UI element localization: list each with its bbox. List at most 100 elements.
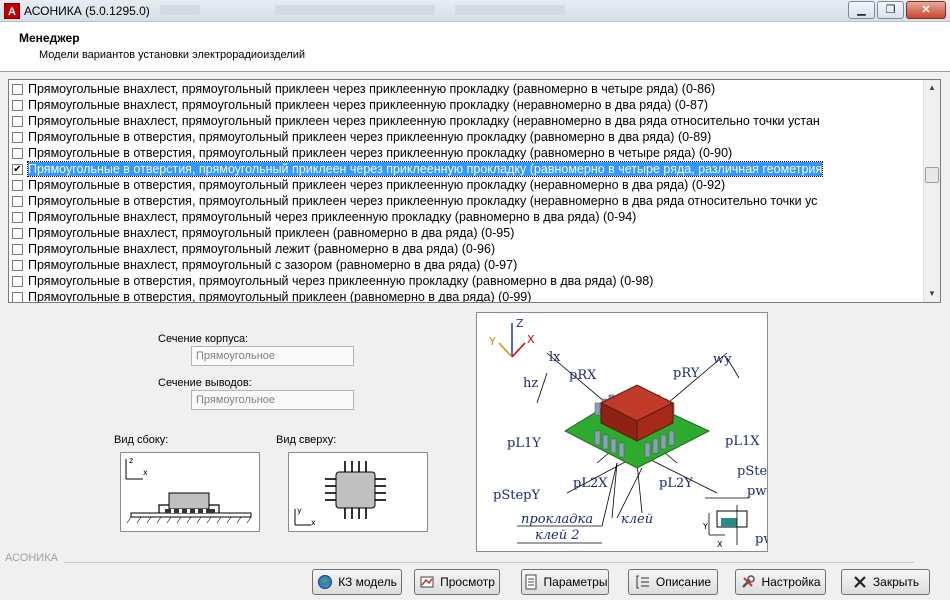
list-item-label: Прямоугольные внахлест, прямоугольный ле… — [28, 242, 496, 256]
list-item[interactable]: Прямоугольные в отверстия, прямоугольный… — [9, 129, 923, 145]
list-item[interactable]: Прямоугольные внахлест, прямоугольный пр… — [9, 225, 923, 241]
list-item-checkbox[interactable] — [12, 84, 23, 95]
title-blur — [275, 5, 435, 15]
footer-divider — [64, 562, 914, 563]
close-label: Закрыть — [872, 575, 920, 589]
dim-pwy: pwy — [755, 532, 767, 547]
list-item[interactable]: ✔ Прямоугольные в отверстия, прямоугольны… — [9, 161, 923, 177]
list-scrollbar[interactable]: ▲ ▼ — [923, 80, 940, 302]
maximize-button[interactable]: ❐ — [877, 1, 904, 19]
params-button[interactable]: Параметры — [521, 569, 609, 595]
list-item-checkbox[interactable] — [12, 148, 23, 159]
list-item-checkbox[interactable] — [12, 276, 23, 287]
diagram-axis-y: Y — [488, 335, 496, 348]
dim-pl2y: pL2Y — [659, 476, 693, 491]
list-item-checkbox[interactable] — [12, 180, 23, 191]
top-axis-y: y — [297, 506, 302, 515]
kz-model-button[interactable]: КЗ модель — [312, 569, 402, 595]
list-item-label: Прямоугольные внахлест, прямоугольный пр… — [28, 82, 716, 96]
mounting-diagram: Z X Y lx wy hz pRX pRY pL1Y pL1X pSte pS… — [476, 312, 785, 552]
mini-axis-x: X — [717, 540, 723, 549]
dim-wy: wy — [713, 352, 732, 367]
dim-pry: pRY — [673, 366, 700, 381]
list-item[interactable]: Прямоугольные внахлест, прямоугольный пр… — [9, 81, 923, 97]
side-axis-x: x — [143, 468, 148, 477]
dim-pstepy: pStepY — [493, 488, 540, 503]
mounting-diagram-drawing: Z X Y lx wy hz pRX pRY pL1Y pL1X pSte pS… — [488, 317, 785, 549]
description-button[interactable]: Описание — [628, 569, 718, 595]
top-view-drawing: y x — [294, 461, 386, 527]
list-item[interactable]: Прямоугольные внахлест, прямоугольный с … — [9, 257, 923, 273]
list-item[interactable]: Прямоугольные в отверстия, прямоугольный… — [9, 177, 923, 193]
page-header: Менеджер Модели вариантов установки элек… — [0, 22, 950, 72]
variant-list-items: Прямоугольные внахлест, прямоугольный пр… — [9, 81, 923, 303]
window-title: АСОНИКА (5.0.1295.0) — [24, 4, 150, 18]
preview-label: Просмотр — [440, 575, 495, 589]
list-item-checkbox[interactable] — [12, 228, 23, 239]
description-label: Описание — [655, 575, 712, 589]
list-item-label: Прямоугольные в отверстия, прямоугольный… — [28, 194, 818, 208]
tools-icon — [740, 574, 756, 590]
close-button[interactable]: Закрыть — [841, 569, 930, 595]
list-item-label: Прямоугольные в отверстия, прямоугольный… — [26, 161, 824, 177]
dim-pl2x: pL2X — [573, 476, 608, 491]
diagram-axis-x: X — [527, 333, 535, 346]
list-item[interactable]: Прямоугольные внахлест, прямоугольный че… — [9, 209, 923, 225]
list-item-checkbox[interactable] — [12, 116, 23, 127]
preview-icon — [419, 574, 435, 590]
settings-button[interactable]: Настройка — [735, 569, 826, 595]
variant-list[interactable]: Прямоугольные внахлест, прямоугольный пр… — [8, 79, 941, 303]
list-item[interactable]: Прямоугольные в отверстия, прямоугольный… — [9, 273, 923, 289]
list-item-checkbox[interactable] — [12, 260, 23, 271]
list-item-label: Прямоугольные внахлест, прямоугольный пр… — [28, 114, 820, 128]
side-view-drawing: z x — [125, 456, 252, 524]
scroll-thumb[interactable] — [925, 167, 939, 183]
list-item-checkbox[interactable] — [12, 292, 23, 302]
params-label: Параметры — [543, 575, 608, 589]
globe-icon — [317, 574, 333, 590]
list-item[interactable]: Прямоугольные внахлест, прямоугольный ле… — [9, 241, 923, 257]
list-item[interactable]: Прямоугольные в отверстия, прямоугольный… — [9, 289, 923, 303]
dim-pl1x: pL1X — [725, 434, 760, 449]
list-item-checkbox[interactable]: ✔ — [12, 164, 23, 175]
title-bar: А АСОНИКА (5.0.1295.0) ▁ ❐ ✕ — [0, 0, 950, 22]
page-subtitle: Модели вариантов установки электрорадиои… — [39, 49, 305, 61]
label-glue: клей — [621, 512, 653, 527]
list-item-checkbox[interactable] — [12, 244, 23, 255]
list-item[interactable]: Прямоугольные в отверстия, прямоугольный… — [9, 193, 923, 209]
settings-label: Настройка — [761, 575, 821, 589]
list-item-checkbox[interactable] — [12, 100, 23, 111]
top-axis-x: x — [311, 518, 316, 527]
close-window-button[interactable]: ✕ — [906, 1, 946, 19]
list-item-checkbox[interactable] — [12, 132, 23, 143]
document-icon — [523, 574, 539, 590]
list-item[interactable]: Прямоугольные внахлест, прямоугольный пр… — [9, 97, 923, 113]
preview-button[interactable]: Просмотр — [414, 569, 500, 595]
list-item-checkbox[interactable] — [12, 196, 23, 207]
list-item[interactable]: Прямоугольные в отверстия, прямоугольный… — [9, 145, 923, 161]
list-item-label: Прямоугольные внахлест, прямоугольный пр… — [28, 226, 515, 240]
list-item-label: Прямоугольные в отверстия, прямоугольный… — [28, 178, 726, 192]
page-title: Менеджер — [19, 31, 80, 45]
app-icon: А — [4, 3, 20, 19]
list-item-checkbox[interactable] — [12, 212, 23, 223]
list-item[interactable]: Прямоугольные внахлест, прямоугольный пр… — [9, 113, 923, 129]
list-item-label: Прямоугольные в отверстия, прямоугольный… — [28, 274, 654, 288]
minimize-button[interactable]: ▁ — [848, 1, 875, 19]
description-icon — [635, 574, 651, 590]
side-view-label: Вид сбоку: — [114, 434, 169, 446]
body-section-field[interactable]: Прямоугольное — [191, 346, 354, 366]
side-view-image: z x — [120, 452, 260, 532]
list-item-label: Прямоугольные в отверстия, прямоугольный… — [28, 146, 733, 160]
scroll-down-icon[interactable]: ▼ — [924, 286, 940, 302]
brand-label: АСОНИКА — [5, 552, 58, 564]
list-item-label: Прямоугольные внахлест, прямоугольный с … — [28, 258, 518, 272]
side-axis-z: z — [129, 456, 133, 465]
list-item-label: Прямоугольные в отверстия, прямоугольный… — [28, 290, 532, 303]
dim-pl1y: pL1Y — [507, 436, 541, 451]
dim-hz: hz — [523, 376, 538, 391]
leads-section-field[interactable]: Прямоугольное — [191, 390, 354, 410]
scroll-up-icon[interactable]: ▲ — [924, 80, 940, 96]
label-pad: прокладка — [521, 512, 593, 527]
window-controls: ▁ ❐ ✕ — [848, 1, 946, 19]
